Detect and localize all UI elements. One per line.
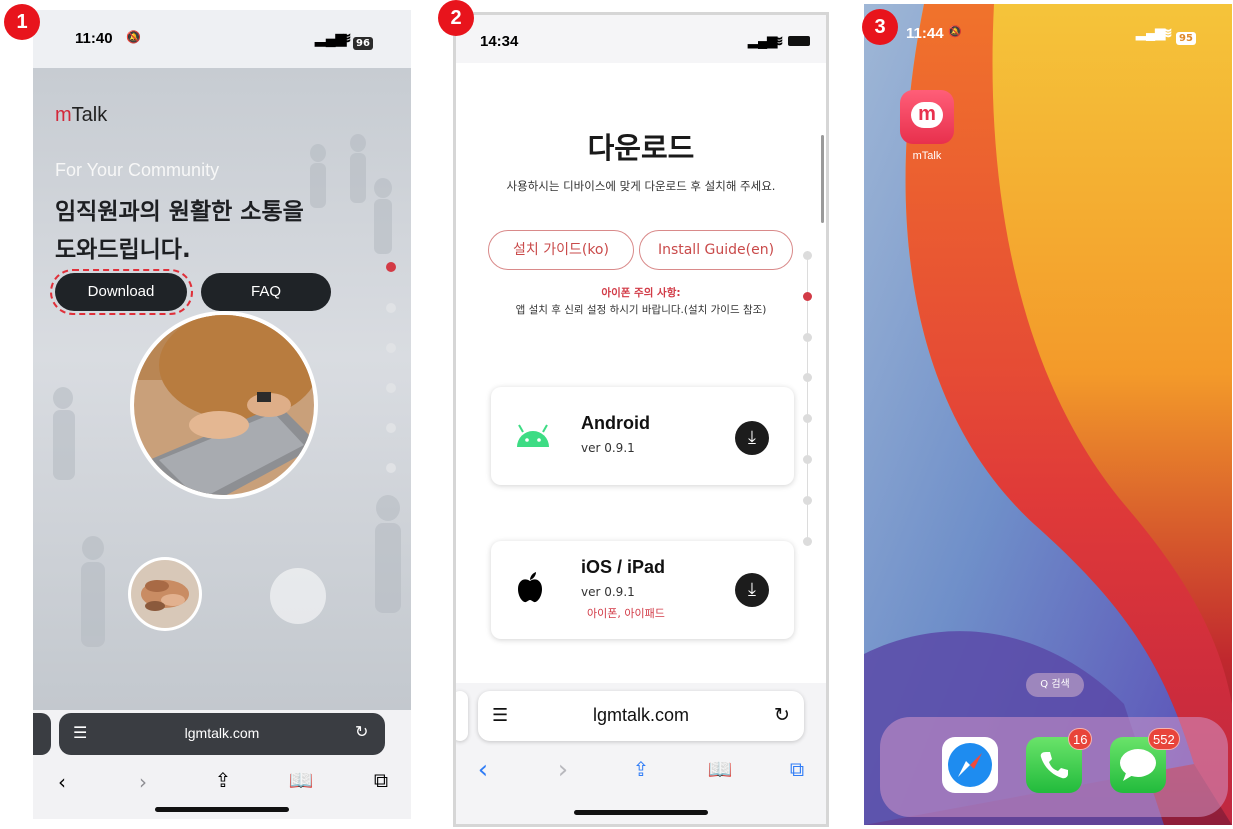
reload-icon[interactable]: ↻	[774, 704, 790, 726]
step-marker-1: 1	[4, 4, 40, 40]
ios-download-card[interactable]: iOS / iPad ver 0.9.1 아이폰, 아이패드 ⤓	[491, 541, 794, 639]
tabs-icon[interactable]: ⧉	[782, 757, 812, 781]
forward-icon[interactable]: ›	[128, 770, 158, 794]
phone-badge: 16	[1068, 728, 1093, 750]
bookmarks-icon[interactable]: 📖	[705, 757, 735, 781]
messages-badge: 552	[1148, 728, 1180, 750]
share-icon[interactable]: ⇪	[208, 768, 238, 792]
previous-tab-preview[interactable]	[456, 691, 468, 741]
address-bar[interactable]: ☰ lgmtalk.com ↻	[478, 691, 804, 741]
brand-logo-rest: Talk	[71, 104, 108, 126]
back-icon[interactable]: ‹	[47, 770, 77, 794]
phone-screenshot-2: 14:34 ▂▄▆ ≋ 다운로드 사용하시는 디바이스에 맞게 다운로드 후 설…	[453, 12, 829, 827]
url-text[interactable]: lgmtalk.com	[59, 725, 385, 741]
platform-name: Android	[581, 413, 650, 433]
apple-icon	[518, 572, 542, 603]
silent-bell-icon: 🔕	[948, 25, 962, 38]
app-label: mTalk	[912, 150, 942, 162]
page-indicator[interactable]	[803, 496, 812, 505]
headline-line-2: 도와드립니다.	[55, 237, 191, 263]
step-marker-3: 3	[862, 9, 898, 45]
previous-tab-preview[interactable]	[33, 713, 51, 755]
download-icon[interactable]: ⤓	[735, 421, 769, 455]
page-indicator[interactable]	[803, 455, 812, 464]
tagline: For Your Community	[55, 160, 220, 180]
home-indicator[interactable]	[155, 807, 289, 812]
brand-logo: mTalk	[55, 104, 107, 127]
team-hands-photo	[128, 557, 202, 631]
faq-button[interactable]: FAQ	[201, 273, 331, 311]
page-indicator-active[interactable]	[803, 292, 812, 301]
page-indicator[interactable]	[386, 303, 396, 313]
status-bar: 14:34 ▂▄▆ ≋	[456, 15, 826, 63]
page-indicator[interactable]	[386, 343, 396, 353]
home-indicator[interactable]	[574, 810, 708, 815]
guide-en-button[interactable]: Install Guide(en)	[639, 230, 793, 270]
placeholder-circle	[270, 568, 326, 624]
safari-app-icon[interactable]	[942, 737, 998, 793]
search-pill[interactable]: Q 검색	[1026, 673, 1084, 697]
platform-name: iOS / iPad	[581, 557, 666, 577]
headline-line-1: 임직원과의 원활한 소통을	[55, 199, 304, 225]
silent-bell-icon: 🔕	[126, 30, 141, 44]
page-indicator[interactable]	[803, 373, 812, 382]
status-time: 11:40	[75, 30, 113, 47]
android-icon	[517, 424, 549, 447]
page-indicator[interactable]	[803, 414, 812, 423]
battery-icon: 95	[1176, 26, 1196, 45]
url-text[interactable]: lgmtalk.com	[478, 705, 804, 726]
battery-level: 95	[1176, 32, 1196, 45]
bookmarks-icon[interactable]: 📖	[286, 768, 316, 792]
platform-note: 아이폰, 아이패드	[587, 607, 665, 620]
status-bar: 11:44 🔕 ▂▄▆ ≋ 95	[864, 4, 1232, 54]
compass-icon	[948, 743, 992, 787]
notice-title: 아이폰 주의 사항:	[601, 287, 681, 299]
battery-level: 96	[353, 37, 373, 50]
wifi-icon: ≋	[771, 33, 784, 50]
page-indicator[interactable]	[386, 423, 396, 433]
guide-ko-button[interactable]: 설치 가이드(ko)	[488, 230, 634, 270]
download-button[interactable]: Download	[55, 273, 187, 311]
platform-version: ver 0.9.1	[581, 585, 635, 599]
status-time: 14:34	[480, 33, 519, 50]
scrollbar[interactable]	[821, 135, 824, 223]
wifi-icon: ≋	[1160, 25, 1173, 42]
page-indicator-active[interactable]	[386, 262, 396, 272]
android-download-card[interactable]: Android ver 0.9.1 ⤓	[491, 387, 794, 485]
phone-screenshot-1: 11:40 🔕 ▂▄▆ ≋ 96 mTalk For Your Communit…	[33, 10, 411, 819]
chat-bubble-icon: m	[911, 102, 943, 128]
share-icon[interactable]: ⇪	[626, 757, 656, 781]
notice-body: 앱 설치 후 신뢰 설정 하시기 바랍니다.(설치 가이드 참조)	[515, 304, 767, 316]
mtalk-app-icon[interactable]: m	[900, 90, 954, 144]
laptop-photo	[130, 311, 318, 499]
page-indicator[interactable]	[803, 333, 812, 342]
page-indicator[interactable]	[386, 383, 396, 393]
platform-version: ver 0.9.1	[581, 441, 635, 455]
wifi-icon: ≋	[339, 30, 352, 47]
phone-screenshot-3: 11:44 🔕 ▂▄▆ ≋ 95 m mTalk Q 검색 16 552	[864, 4, 1232, 825]
battery-icon	[788, 36, 810, 46]
status-bar: 11:40 🔕 ▂▄▆ ≋ 96	[33, 10, 411, 68]
brand-logo-prefix: m	[55, 104, 72, 126]
tabs-icon[interactable]: ⧉	[366, 768, 396, 792]
hero-section: mTalk For Your Community 임직원과의 원활한 소통을 도…	[33, 68, 411, 710]
speech-bubble-icon	[1120, 749, 1156, 781]
page-indicator[interactable]	[386, 463, 396, 473]
battery-icon: 96	[353, 31, 373, 50]
page-title: 다운로드	[587, 131, 695, 165]
page-subtitle: 사용하시는 디바이스에 맞게 다운로드 후 설치해 주세요.	[506, 179, 776, 193]
forward-icon[interactable]: ›	[548, 755, 578, 785]
phone-handset-icon	[1040, 752, 1068, 779]
page-indicator[interactable]	[803, 537, 812, 546]
address-bar[interactable]: ☰ lgmtalk.com ↻	[59, 713, 385, 755]
step-marker-2: 2	[438, 0, 474, 36]
page-indicator[interactable]	[803, 251, 812, 260]
reload-icon[interactable]: ↻	[355, 722, 368, 741]
download-icon[interactable]: ⤓	[735, 573, 769, 607]
back-icon[interactable]: ‹	[468, 755, 498, 785]
status-time: 11:44	[906, 25, 944, 42]
